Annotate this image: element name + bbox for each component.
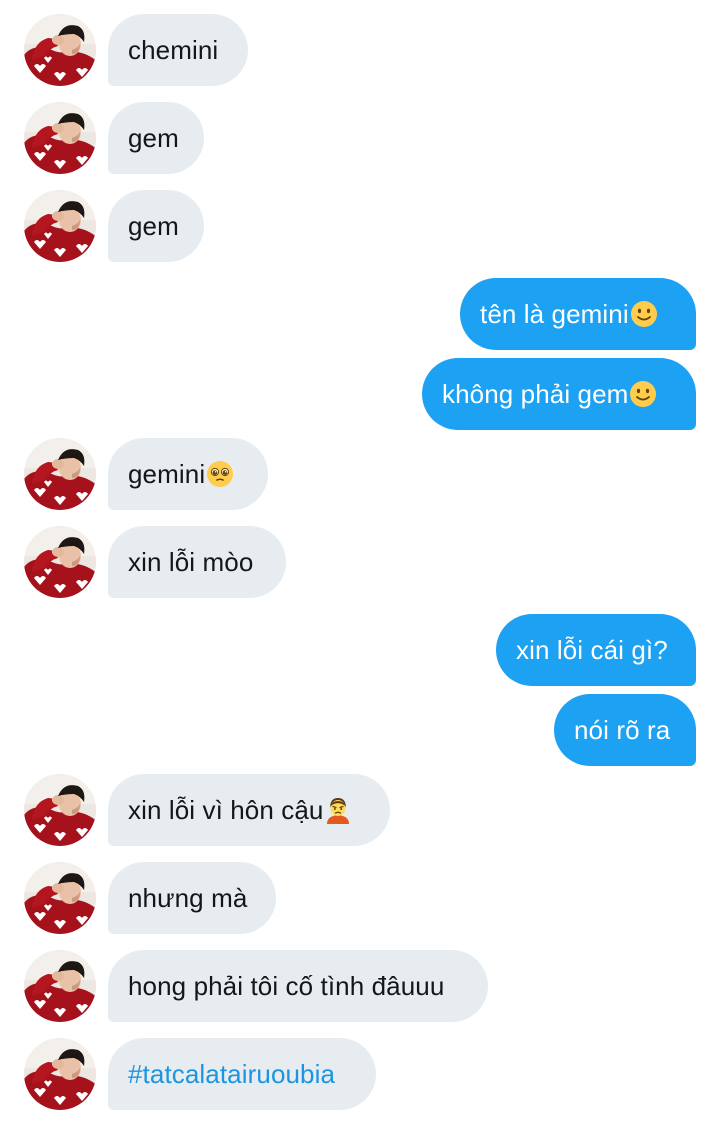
message-bubble-sent[interactable]: xin lỗi cái gì?	[496, 614, 696, 686]
hashtag-link[interactable]: #tatcalatairuoubia	[128, 1059, 335, 1090]
person-pouting-emoji	[324, 796, 352, 824]
message-text: xin lỗi mòo	[128, 546, 254, 577]
message-bubble-sent[interactable]: không phải gem	[422, 358, 696, 430]
message-text: xin lỗi vì hôn cậu	[128, 794, 324, 825]
message-received: gemini	[0, 438, 720, 510]
avatar-icon[interactable]	[24, 1038, 96, 1110]
message-text: hong phải tôi cố tình đâuuu	[128, 970, 445, 1001]
message-received: #tatcalatairuoubia	[0, 1038, 720, 1110]
message-text: nhưng mà	[128, 882, 248, 913]
message-bubble-received[interactable]: xin lỗi vì hôn cậu	[108, 774, 390, 846]
message-received: hong phải tôi cố tình đâuuu	[0, 950, 720, 1022]
message-text: gem	[128, 122, 179, 153]
avatar-icon[interactable]	[24, 862, 96, 934]
message-text: tên là gemini	[480, 298, 629, 329]
message-text: không phải gem	[442, 378, 629, 409]
avatar-icon[interactable]	[24, 14, 96, 86]
avatar-icon[interactable]	[24, 526, 96, 598]
message-text: chemini	[128, 34, 219, 65]
pleading-face-emoji	[206, 460, 234, 488]
message-received: nhưng mà	[0, 862, 720, 934]
message-received: chemini	[0, 14, 720, 86]
message-text: nói rõ ra	[574, 714, 671, 745]
avatar-icon[interactable]	[24, 190, 96, 262]
message-text: xin lỗi cái gì?	[516, 634, 668, 665]
message-sent: nói rõ ra	[0, 694, 720, 766]
message-bubble-sent[interactable]: tên là gemini	[460, 278, 696, 350]
message-text: gem	[128, 210, 179, 241]
message-sent: tên là gemini	[0, 278, 720, 350]
slightly-smiling-face-emoji	[630, 300, 658, 328]
message-bubble-received[interactable]: gem	[108, 190, 204, 262]
message-bubble-received[interactable]: gemini	[108, 438, 268, 510]
slightly-smiling-face-emoji	[629, 380, 657, 408]
message-bubble-received[interactable]: #tatcalatairuoubia	[108, 1038, 376, 1110]
message-bubble-received[interactable]: xin lỗi mòo	[108, 526, 286, 598]
message-bubble-received[interactable]: nhưng mà	[108, 862, 276, 934]
avatar-icon[interactable]	[24, 774, 96, 846]
avatar-icon[interactable]	[24, 102, 96, 174]
message-bubble-sent[interactable]: nói rõ ra	[554, 694, 696, 766]
message-bubble-received[interactable]: chemini	[108, 14, 248, 86]
message-received: xin lỗi mòo	[0, 526, 720, 598]
avatar-icon[interactable]	[24, 950, 96, 1022]
message-received: xin lỗi vì hôn cậu	[0, 774, 720, 846]
message-received: gem	[0, 102, 720, 174]
message-sent: xin lỗi cái gì?	[0, 614, 720, 686]
message-sent: không phải gem	[0, 358, 720, 430]
message-received: gem	[0, 190, 720, 262]
message-text: gemini	[128, 458, 206, 489]
message-bubble-received[interactable]: hong phải tôi cố tình đâuuu	[108, 950, 488, 1022]
avatar-icon[interactable]	[24, 438, 96, 510]
message-bubble-received[interactable]: gem	[108, 102, 204, 174]
